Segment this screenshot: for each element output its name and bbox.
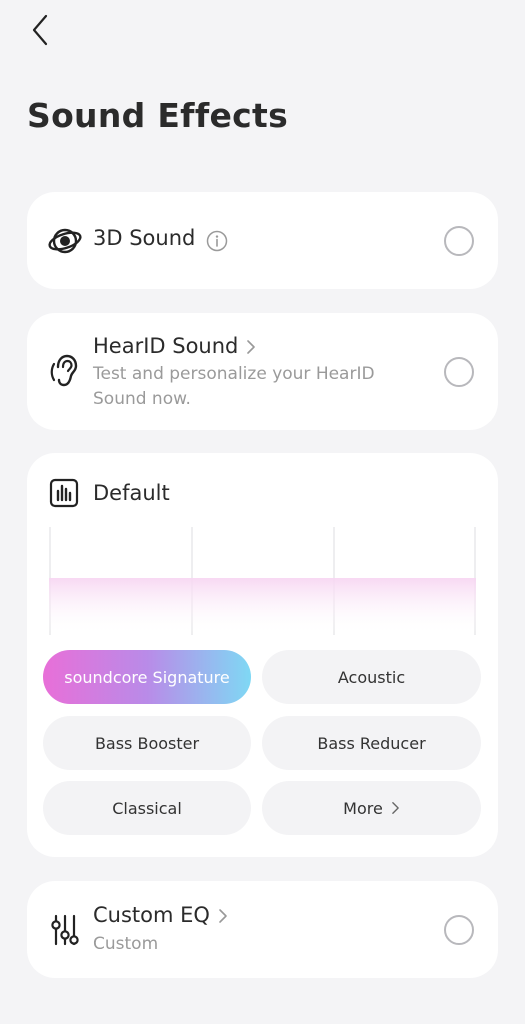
hearid-subtitle-line2: Sound now. (93, 389, 191, 409)
hearid-subtitle: Test and personalize your HearID Sound n… (93, 362, 375, 412)
preset-acoustic[interactable]: Acoustic (262, 650, 481, 704)
page-title: Sound Effects (27, 96, 289, 135)
eq-preset-card: Default soundcore Signature Acoustic Bas… (27, 453, 498, 857)
orbit-icon (47, 225, 83, 257)
chevron-right-icon (219, 909, 227, 923)
preset-soundcore-signature[interactable]: soundcore Signature (43, 650, 251, 704)
custom-eq-title-row: Custom EQ (93, 903, 228, 927)
preset-label: Acoustic (337, 667, 406, 687)
eq-preset-title: Default (93, 481, 170, 505)
preset-label: Classical (112, 798, 182, 818)
custom-eq-title: Custom EQ (93, 903, 210, 927)
info-icon[interactable] (206, 230, 228, 252)
preset-bass-booster[interactable]: Bass Booster (43, 716, 251, 770)
hearid-subtitle-line1: Test and personalize your HearID (93, 364, 375, 384)
ear-icon (49, 353, 79, 389)
hearid-title: HearID Sound (93, 334, 239, 358)
sound-3d-radio[interactable] (444, 226, 474, 256)
preset-label: More (343, 798, 383, 818)
preset-more-button[interactable]: More (262, 781, 481, 835)
preset-classical[interactable]: Classical (43, 781, 251, 835)
sound-3d-card[interactable]: 3D Sound (27, 192, 498, 289)
preset-label: Bass Reducer (317, 733, 426, 753)
equalizer-icon (49, 478, 79, 508)
custom-eq-radio[interactable] (444, 915, 474, 945)
chevron-right-icon (392, 802, 399, 814)
hearid-title-row: HearID Sound (93, 334, 256, 358)
back-button[interactable] (22, 12, 58, 48)
sliders-icon (51, 914, 79, 946)
custom-eq-card[interactable]: Custom EQ Custom (27, 881, 498, 978)
eq-curve-fill (49, 578, 476, 635)
preset-bass-reducer[interactable]: Bass Reducer (262, 716, 481, 770)
preset-label: soundcore Signature (64, 667, 230, 687)
custom-eq-subtitle: Custom (93, 934, 159, 954)
chevron-right-icon (247, 340, 256, 354)
hearid-card[interactable]: HearID Sound Test and personalize your H… (27, 313, 498, 430)
preset-label: Bass Booster (94, 733, 200, 753)
chevron-left-icon (32, 14, 48, 46)
sound-3d-title: 3D Sound (93, 226, 196, 250)
eq-curve-graph (49, 527, 476, 635)
hearid-radio[interactable] (444, 357, 474, 387)
